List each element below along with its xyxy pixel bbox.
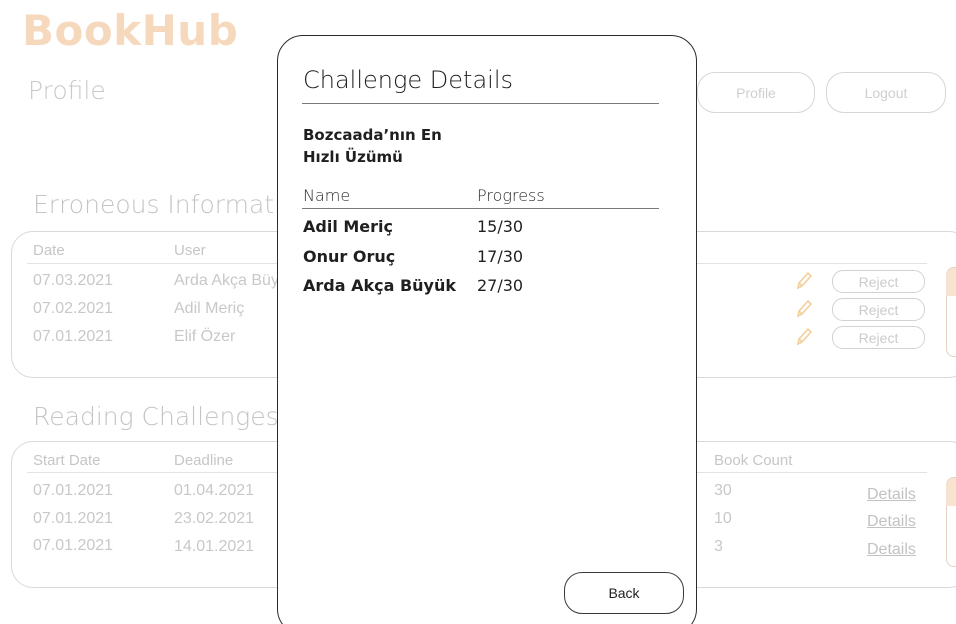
pencil-icon[interactable]: [795, 299, 813, 319]
participant-progress: 17/30: [477, 247, 524, 266]
challenges-scrollbar-thumb[interactable]: [946, 478, 956, 506]
participant-progress: 15/30: [477, 217, 524, 236]
challenge-name: Bozcaada’nın En Hızlı Üzümü: [303, 126, 442, 166]
participant-name: Adil Meriç: [303, 217, 394, 236]
reject-button[interactable]: Reject: [832, 270, 925, 293]
challenge-row-count: 10: [714, 510, 732, 527]
participants-col-progress: Progress: [477, 186, 545, 205]
challenges-section-title: Reading Challenges: [33, 402, 279, 431]
reject-button[interactable]: Reject: [832, 326, 925, 349]
challenges-col-deadline: Deadline: [174, 452, 234, 469]
page-title: Profile: [28, 76, 106, 105]
modal-title: Challenge Details: [303, 66, 513, 94]
participant-name: Onur Oruç: [303, 247, 396, 266]
participant-progress: 27/30: [477, 276, 524, 295]
challenge-row-count: 30: [714, 482, 732, 499]
challenge-row-start: 07.01.2021: [33, 482, 114, 499]
participant-name: Arda Akça Büyük: [303, 276, 457, 295]
participants-header-divider: [302, 208, 659, 209]
details-link[interactable]: Details: [867, 513, 916, 531]
challenges-col-start: Start Date: [33, 452, 101, 469]
participants-col-name: Name: [303, 186, 351, 205]
challenges-col-count: Book Count: [714, 452, 793, 469]
erroneous-section-title: Erroneous Information: [33, 190, 313, 219]
erroneous-row-date: 07.02.2021: [33, 300, 114, 317]
challenge-details-modal: Challenge Details Bozcaada’nın En Hızlı …: [277, 35, 697, 624]
challenge-row-count: 3: [714, 538, 723, 555]
back-button[interactable]: Back: [564, 572, 684, 614]
details-link[interactable]: Details: [867, 486, 916, 504]
reject-button[interactable]: Reject: [832, 298, 925, 321]
challenge-row-start: 07.01.2021: [33, 510, 114, 527]
pencil-icon[interactable]: [795, 271, 813, 291]
erroneous-col-date: Date: [33, 242, 65, 259]
challenge-row-deadline: 23.02.2021: [174, 510, 255, 527]
erroneous-row-date: 07.01.2021: [33, 328, 114, 345]
erroneous-row-date: 07.03.2021: [33, 272, 114, 289]
challenge-row-deadline: 01.04.2021: [174, 482, 255, 499]
erroneous-col-user: User: [174, 242, 206, 259]
modal-title-divider: [302, 103, 659, 104]
erroneous-row-user: Adil Meriç: [174, 300, 245, 317]
details-link[interactable]: Details: [867, 541, 916, 559]
challenge-row-start: 07.01.2021: [33, 537, 114, 554]
brand-logo: BookHub: [22, 6, 239, 55]
logout-button[interactable]: Logout: [826, 72, 946, 113]
erroneous-scrollbar-thumb[interactable]: [946, 268, 956, 296]
profile-button[interactable]: Profile: [697, 72, 815, 113]
pencil-icon[interactable]: [795, 327, 813, 347]
erroneous-row-user: Elif Özer: [174, 328, 236, 345]
challenge-row-deadline: 14.01.2021: [174, 538, 255, 555]
